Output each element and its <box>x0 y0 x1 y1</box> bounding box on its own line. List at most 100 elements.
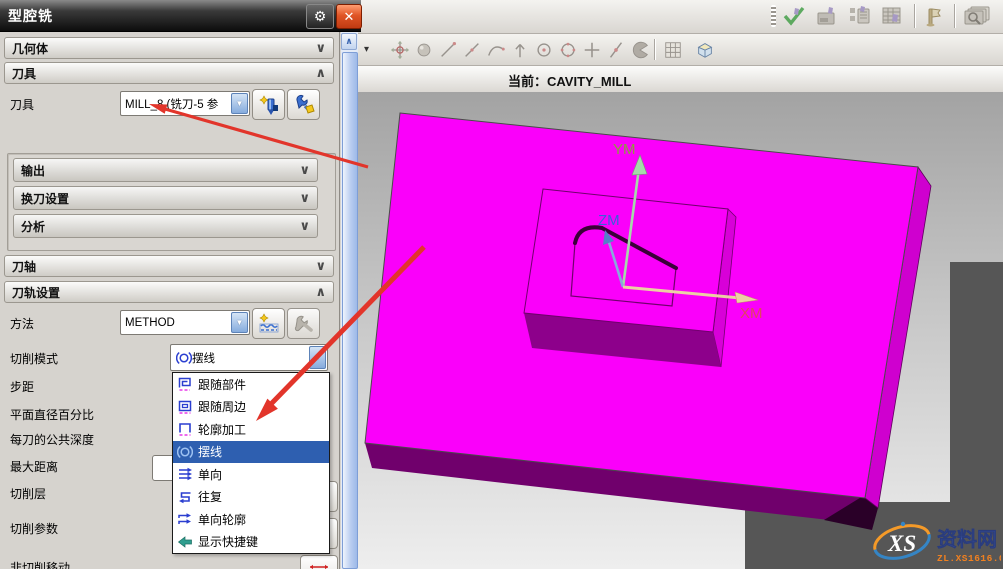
edit-tool-button[interactable] <box>287 89 320 120</box>
chevron-down-icon: ∨ <box>299 218 310 234</box>
cut-pattern-option-zig[interactable]: 单向 <box>173 463 329 486</box>
toolbar-overflow-arrow[interactable]: ▾ <box>364 44 369 55</box>
dropdown-option-show-shortcuts[interactable]: 显示快捷键 <box>173 531 329 554</box>
profile-icon <box>176 421 193 437</box>
cut-pattern-option-follow-periphery[interactable]: 跟随周边 <box>173 396 329 419</box>
line-midpoint-icon <box>462 40 482 60</box>
show-shortcuts-arrow-icon <box>176 534 193 550</box>
section-header-path-settings[interactable]: 刀轨设置 ∧ <box>4 281 334 303</box>
chevron-up-icon: ∧ <box>315 65 326 81</box>
cut-pattern-option-zig-with-contour[interactable]: 单向轮廓 <box>173 508 329 531</box>
snap-quadrant-button[interactable] <box>556 38 579 61</box>
layers-view-button[interactable] <box>959 3 995 29</box>
section-header-analysis[interactable]: 分析 ∨ <box>13 214 318 238</box>
chevron-down-icon: ∨ <box>315 40 326 56</box>
replay-toolpath-button[interactable] <box>813 3 841 29</box>
new-method-button[interactable] <box>252 308 285 339</box>
cut-pattern-option-profile[interactable]: 轮廓加工 <box>173 418 329 441</box>
arrow-up-icon <box>510 40 530 60</box>
plus-icon <box>582 40 602 60</box>
new-tool-icon <box>258 94 280 116</box>
dialog-close-button[interactable]: ✕ <box>336 4 362 29</box>
flag-tool-button[interactable] <box>919 3 947 29</box>
cut-pattern-option-follow-part[interactable]: 跟随部件 <box>173 373 329 396</box>
snap-point-button[interactable] <box>388 38 411 61</box>
work-view-button[interactable] <box>693 38 716 61</box>
snap-point-toolbar: ▾ <box>358 34 1003 66</box>
status-bar: 当前：CAVITY_MILL <box>358 66 1003 93</box>
chevron-down-icon: ∨ <box>315 258 326 274</box>
param-label-non-cutting-moves: 非切削移动 <box>10 559 70 569</box>
scrollbar-up-arrow[interactable]: ∧ <box>341 33 357 50</box>
list-toolpath-icon <box>848 5 872 27</box>
edit-tool-wrench-icon <box>293 94 315 116</box>
layers-magnifier-icon <box>961 5 993 27</box>
snap-vertex-button[interactable] <box>508 38 531 61</box>
section-header-tool-change[interactable]: 换刀设置 ∨ <box>13 186 318 210</box>
application-window: ▾ <box>0 0 1003 569</box>
toolbar-separator <box>654 39 655 60</box>
cut-pattern-select-arrow[interactable]: ▼ <box>309 346 326 369</box>
method-label: 方法 <box>10 315 34 332</box>
verify-toolpath-button[interactable] <box>879 3 907 29</box>
gear-icon: ⚙ <box>314 8 327 25</box>
new-tool-button[interactable] <box>252 89 285 120</box>
cut-pattern-label: 切削模式 <box>10 350 58 367</box>
snap-intersection-button[interactable] <box>580 38 603 61</box>
cut-pattern-option-zigzag[interactable]: 往复 <box>173 486 329 509</box>
move-point-icon <box>390 40 410 60</box>
section-header-geometry[interactable]: 几何体 ∨ <box>4 37 334 59</box>
curve-icon <box>486 40 506 60</box>
cut-pattern-option-trochoidal[interactable]: 摆线 <box>173 441 329 464</box>
tool-subsections: 输出 ∨ 换刀设置 ∨ 分析 ∨ <box>7 153 336 251</box>
snap-center-button[interactable] <box>532 38 555 61</box>
section-header-output[interactable]: 输出 ∨ <box>13 158 318 182</box>
snap-point-on-face-button[interactable] <box>628 38 651 61</box>
snap-point-on-curve-button[interactable] <box>604 38 627 61</box>
non-cutting-moves-icon <box>306 561 332 569</box>
circle-quadrant-icon <box>558 40 578 60</box>
method-select-arrow[interactable]: ▼ <box>231 312 248 333</box>
param-label-stepover: 步距 <box>10 378 34 395</box>
snap-endpoint-button[interactable] <box>436 38 459 61</box>
snap-arc-button[interactable] <box>484 38 507 61</box>
zig-icon <box>176 466 193 482</box>
section-header-tool-axis[interactable]: 刀轴 ∨ <box>4 255 334 277</box>
part-3d-scene: YM ZM XM <box>358 92 1003 569</box>
method-select[interactable]: METHOD ▼ <box>120 310 250 335</box>
tool-select[interactable]: MILL_8 (铣刀-5 参 ▼ <box>120 91 250 116</box>
toolbar-grip[interactable] <box>771 5 776 27</box>
param-label-flat-diameter-percent: 平面直径百分比 <box>10 406 94 423</box>
edit-method-button[interactable] <box>287 308 320 339</box>
snap-midpoint-button[interactable] <box>460 38 483 61</box>
trochoidal-icon <box>175 350 192 366</box>
grid-snap-button[interactable] <box>661 38 684 61</box>
tool-label: 刀具 <box>10 96 34 113</box>
graphics-viewport[interactable]: YM ZM XM XS 资料网 ZL.XS1616.COM <box>358 92 1003 569</box>
watermark-site-name: 资料网 <box>937 527 997 551</box>
ball-icon <box>414 40 434 60</box>
follow-periphery-icon <box>176 399 193 415</box>
generate-toolpath-icon <box>782 5 806 27</box>
circle-center-icon <box>534 40 554 60</box>
operations-toolbar <box>358 0 1003 34</box>
chevron-down-icon: ∨ <box>299 162 310 178</box>
cut-pattern-select[interactable]: 摆线 ▼ <box>170 344 328 371</box>
dialog-titlebar[interactable]: 型腔铣 ⚙ ✕ <box>0 0 361 32</box>
zig-contour-icon <box>176 511 193 527</box>
trochoidal-icon <box>176 444 193 460</box>
dialog-scrollbar[interactable]: ∧ <box>341 31 358 569</box>
verify-toolpath-icon <box>881 5 905 27</box>
list-toolpath-button[interactable] <box>846 3 874 29</box>
tool-select-arrow[interactable]: ▼ <box>231 93 248 114</box>
non-cutting-moves-button[interactable] <box>300 555 338 569</box>
section-header-tool[interactable]: 刀具 ∧ <box>4 62 334 84</box>
current-operation-label: 当前：CAVITY_MILL <box>508 71 631 90</box>
watermark-logo: XS 资料网 ZL.XS1616.COM <box>868 516 1001 567</box>
dialog-options-button[interactable]: ⚙ <box>306 4 334 29</box>
scrollbar-thumb[interactable] <box>342 52 358 569</box>
generate-toolpath-button[interactable] <box>780 3 808 29</box>
snap-ball-button[interactable] <box>412 38 435 61</box>
axis-label-zm: ZM <box>598 212 620 229</box>
watermark: XS 资料网 ZL.XS1616.COM <box>868 516 1001 567</box>
